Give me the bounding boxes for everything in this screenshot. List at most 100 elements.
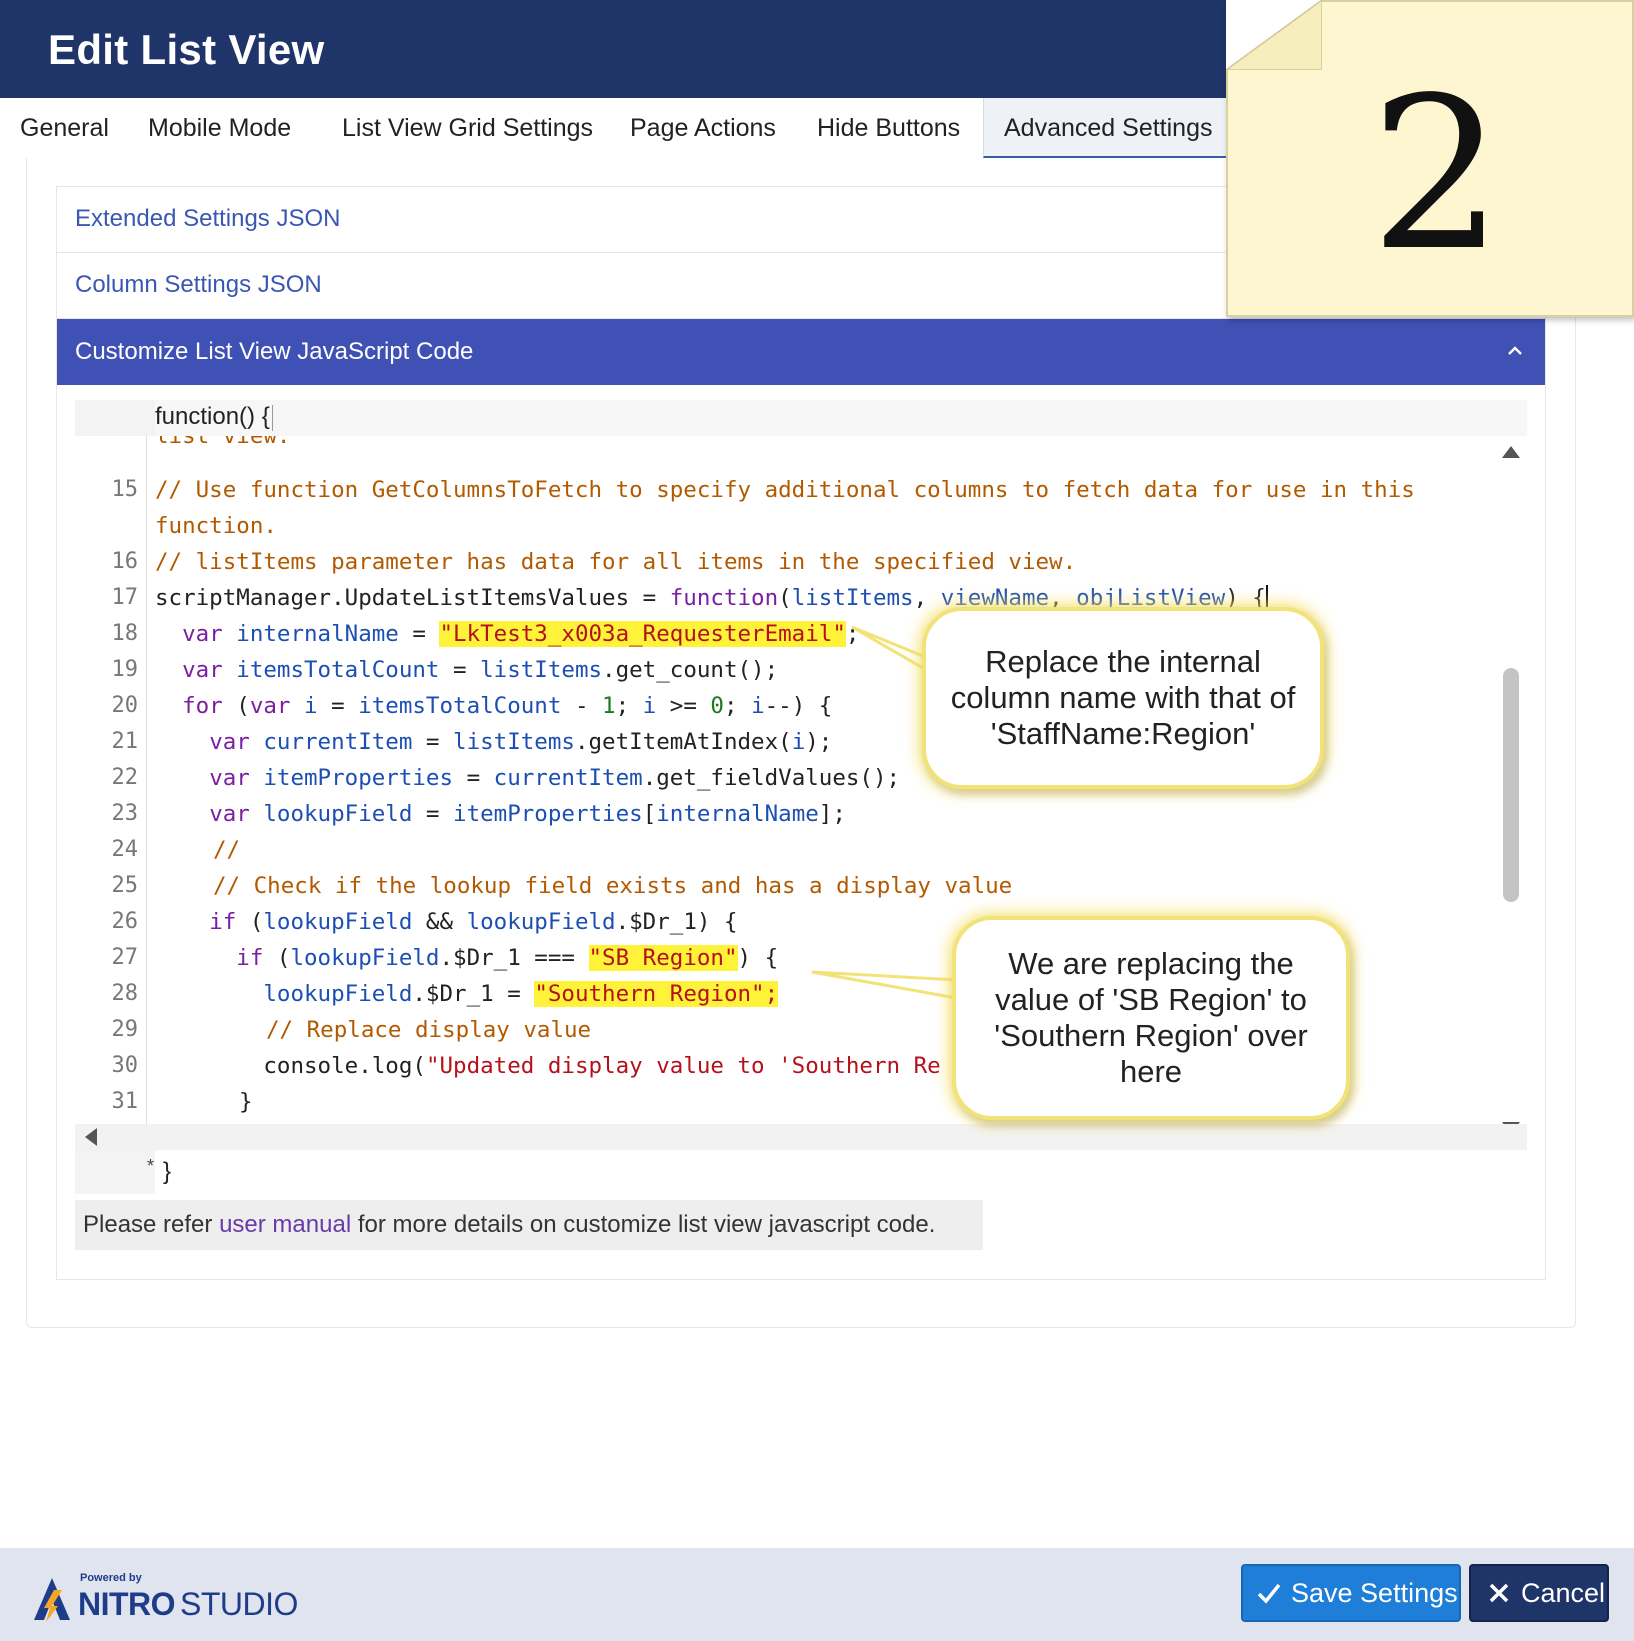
code-token: =: [398, 621, 440, 647]
code-token: .get_fieldValues();: [642, 765, 901, 791]
extended-settings-json-link[interactable]: Extended Settings JSON: [75, 205, 340, 233]
code-token: currentItem: [263, 729, 413, 755]
code-token: .get_count();: [602, 657, 779, 683]
cancel-button[interactable]: Cancel: [1469, 1564, 1609, 1622]
help-text-after: for more details on customize list view …: [351, 1211, 936, 1238]
line-number: 29: [111, 1017, 139, 1042]
help-note: Please refer user manual for more detail…: [75, 1200, 983, 1250]
line-number: 16: [111, 549, 139, 574]
code-token: .getItemAtIndex(: [574, 729, 792, 755]
line-number: 23: [111, 801, 139, 826]
code-token: itemsTotalCount: [236, 657, 440, 683]
horizontal-scrollbar[interactable]: [75, 1124, 1527, 1150]
scroll-up-icon[interactable]: [1502, 446, 1520, 458]
code-line-21: var currentItem = listItems.getItemAtInd…: [155, 724, 832, 760]
code-line-27: if (lookupField.$Dr_1 === "SB Region") {: [155, 940, 778, 976]
code-token: .$Dr_1) {: [615, 909, 738, 935]
code-line-30: console.log("Updated display value to 'S…: [155, 1048, 941, 1084]
code-token: itemsTotalCount: [358, 693, 562, 719]
close-icon: [1489, 1583, 1509, 1603]
code-token: );: [805, 729, 833, 755]
code-line-24: //: [213, 837, 241, 863]
code-token: >=: [656, 693, 711, 719]
line-number: 22: [111, 765, 139, 790]
line-number: 24: [111, 837, 139, 862]
code-token: i: [751, 693, 765, 719]
page-title: Edit List View: [48, 26, 325, 73]
scroll-left-icon[interactable]: [85, 1128, 97, 1146]
code-token: 0: [710, 693, 724, 719]
powered-by-label: Powered by: [80, 1572, 142, 1584]
tab-general[interactable]: General: [0, 98, 129, 158]
code-token: var: [209, 801, 250, 827]
code-token: =: [412, 729, 454, 755]
code-token: -: [561, 693, 603, 719]
scrollbar-thumb[interactable]: [1503, 668, 1519, 902]
step-number: 2: [1370, 52, 1504, 297]
code-token: currentItem: [493, 765, 643, 791]
column-settings-json-link[interactable]: Column Settings JSON: [75, 271, 322, 299]
checkmark-icon: [1257, 1583, 1281, 1604]
code-token: =: [317, 693, 359, 719]
callout-replace-internal-name: Replace the internal column name with th…: [922, 607, 1324, 789]
line-number: 15: [111, 477, 139, 502]
code-token: var: [209, 729, 250, 755]
code-token: internalName: [236, 621, 399, 647]
code-token: 1: [602, 693, 616, 719]
help-text-before: Please refer: [83, 1211, 220, 1238]
code-token: var: [209, 765, 250, 791]
code-prefix-line: function() {: [75, 400, 1527, 436]
line-number: 17: [111, 585, 139, 610]
code-token: listItems: [791, 585, 914, 611]
line-number: 26: [111, 909, 139, 934]
callout-replacing-value: We are replacing the value of 'SB Region…: [952, 916, 1350, 1120]
code-token: lookupField: [263, 981, 413, 1007]
code-token: var: [249, 693, 291, 719]
tab-hide-buttons[interactable]: Hide Buttons: [797, 98, 980, 158]
code-token: lookupField: [290, 945, 440, 971]
code-token: =: [439, 657, 481, 683]
code-token: .$Dr_1 ===: [439, 945, 589, 971]
code-line-15: // Use function GetColumnsToFetch to spe…: [155, 477, 1415, 503]
line-number: 25: [111, 873, 139, 898]
accordion-item-customize-js[interactable]: Customize List View JavaScript Code: [57, 319, 1545, 385]
code-token: ;: [723, 693, 752, 719]
customize-js-heading: Customize List View JavaScript Code: [75, 338, 474, 365]
edit-list-view-page: Edit List View General Mobile Mode List …: [0, 0, 1634, 1641]
code-token: listItems: [453, 729, 575, 755]
sticky-note-fold: [1226, 0, 1322, 70]
tab-advanced-settings[interactable]: Advanced Settings: [983, 98, 1234, 158]
save-settings-button[interactable]: Save Settings: [1241, 1564, 1461, 1622]
code-line-23: var lookupField = itemProperties[interna…: [155, 796, 846, 832]
line-number: 30: [111, 1053, 139, 1078]
code-suffix: }: [163, 1158, 172, 1185]
modified-marker: *: [147, 1156, 155, 1176]
code-token: itemProperties: [453, 801, 643, 827]
tab-page-actions[interactable]: Page Actions: [610, 98, 796, 158]
user-manual-link[interactable]: user manual: [219, 1211, 351, 1238]
code-token: lookupField: [466, 909, 616, 935]
brand-nitro: NITRO: [78, 1586, 176, 1622]
chevron-up-icon[interactable]: [1507, 343, 1523, 359]
footer-bar: Powered by NITRO STUDIO Save Settings Ca…: [0, 1548, 1634, 1641]
code-token: ;: [615, 693, 643, 719]
code-line-31: }: [239, 1089, 253, 1115]
tab-list-view-grid-settings[interactable]: List View Grid Settings: [322, 98, 613, 158]
code-token: (: [263, 945, 291, 971]
code-token: &&: [412, 909, 467, 935]
code-token: i: [304, 693, 318, 719]
brand-studio: STUDIO: [180, 1586, 298, 1622]
vertical-scrollbar[interactable]: [1495, 436, 1527, 1126]
code-token: i: [791, 729, 806, 755]
code-line-26: if (lookupField && lookupField.$Dr_1) {: [155, 904, 738, 940]
code-token: "Updated display value to 'Southern Re: [425, 1053, 941, 1079]
code-line-16: // listItems parameter has data for all …: [155, 549, 1077, 575]
code-token: --) {: [764, 693, 833, 719]
code-token: ) {: [737, 945, 779, 971]
tab-mobile-mode[interactable]: Mobile Mode: [128, 98, 311, 158]
code-token: lookupField: [263, 801, 413, 827]
highlighted-southern-region: "Southern Region";: [534, 981, 779, 1007]
code-token: ,: [913, 585, 941, 611]
